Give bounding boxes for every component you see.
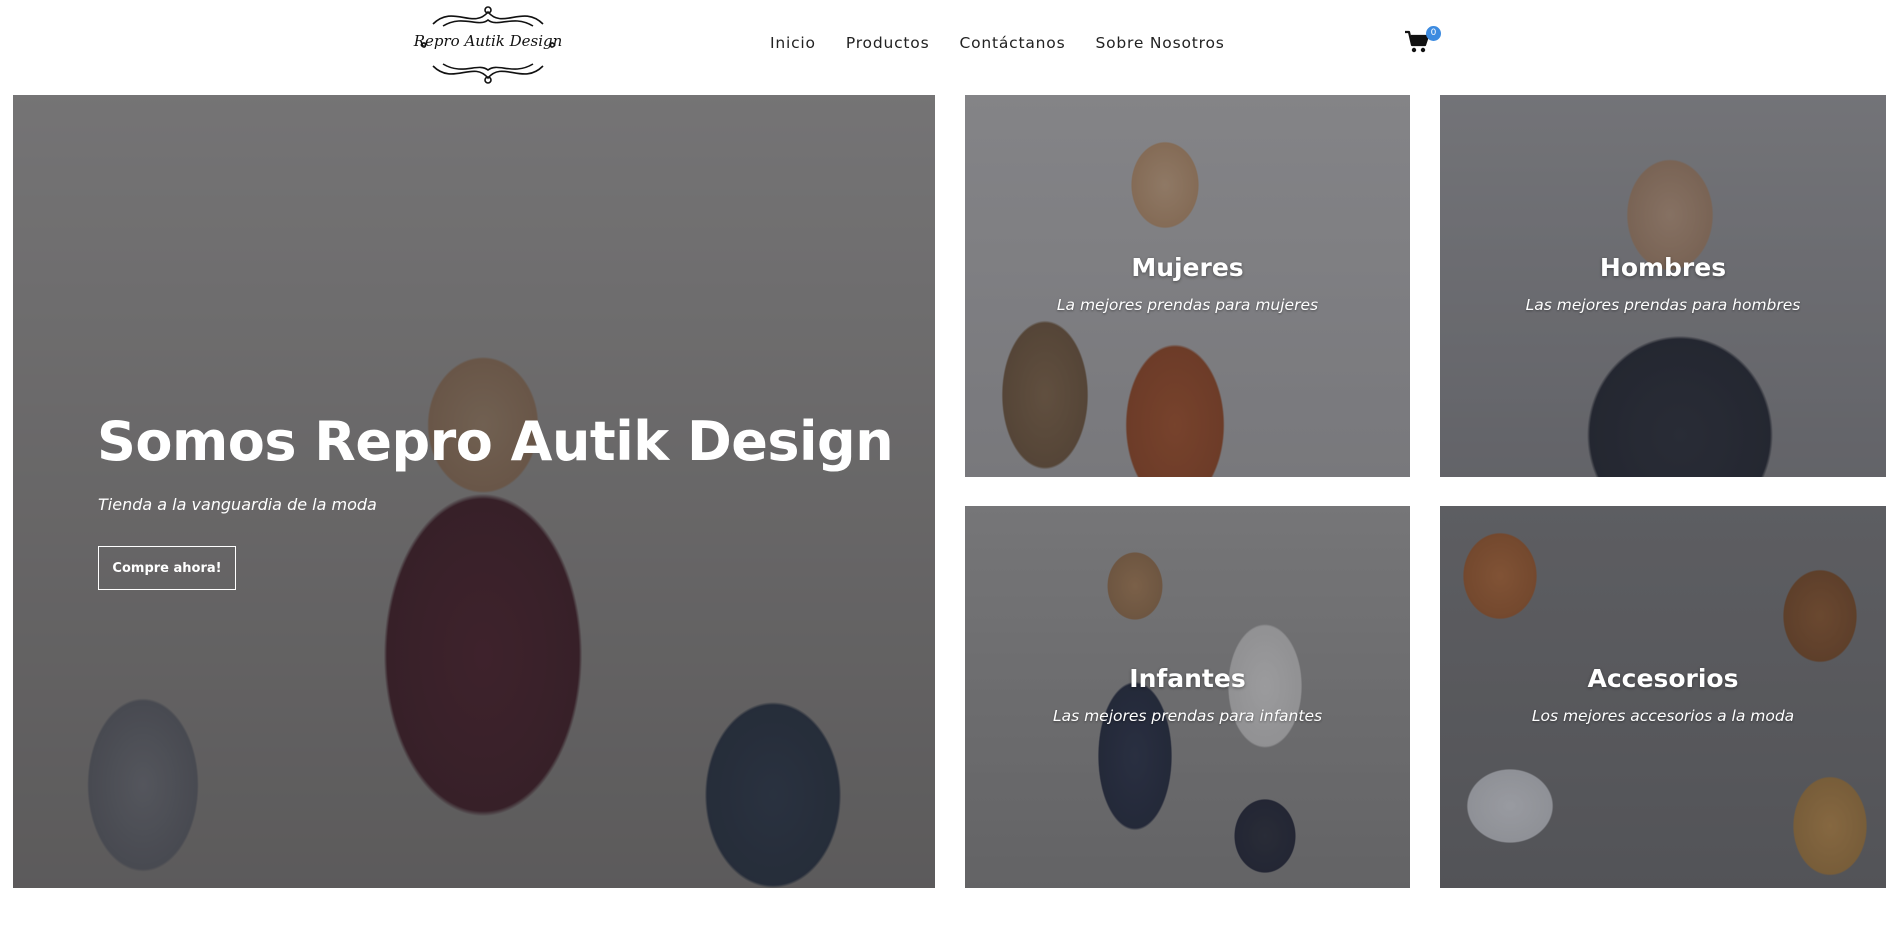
nav-productos[interactable]: Productos [846,34,930,52]
category-title: Hombres [1599,253,1727,282]
category-title: Infantes [1129,664,1246,693]
nav-sobre-nosotros[interactable]: Sobre Nosotros [1095,34,1224,52]
category-subtitle: Las mejores prendas para hombres [1525,296,1801,314]
category-tile-mujeres[interactable]: Mujeres La mejores prendas para mujeres [965,95,1410,477]
hero-title: Somos Repro Autik Design [97,410,894,473]
site-logo[interactable]: Repro Autik Design [413,2,563,88]
category-tile-infantes[interactable]: Infantes Las mejores prendas para infant… [965,506,1410,888]
category-title: Accesorios [1587,664,1739,693]
cart-count-badge: 0 [1426,26,1441,41]
category-subtitle: La mejores prendas para mujeres [1056,296,1319,314]
category-title: Mujeres [1131,253,1244,282]
hero-subtitle: Tienda a la vanguardia de la moda [98,495,377,514]
hero-banner: Somos Repro Autik Design Tienda a la van… [13,95,935,888]
category-caption: Infantes Las mejores prendas para infant… [965,664,1410,725]
nav-inicio[interactable]: Inicio [770,34,816,52]
category-caption: Mujeres La mejores prendas para mujeres [965,253,1410,314]
logo-text: Repro Autik Design [413,32,563,50]
category-subtitle: Las mejores prendas para infantes [1052,707,1323,725]
category-caption: Accesorios Los mejores accesorios a la m… [1440,664,1886,725]
main-nav: Inicio Productos Contáctanos Sobre Nosot… [770,34,1255,52]
category-caption: Hombres Las mejores prendas para hombres [1440,253,1886,314]
category-tile-accesorios[interactable]: Accesorios Los mejores accesorios a la m… [1440,506,1886,888]
site-header: Repro Autik Design Inicio Productos Cont… [0,0,1903,92]
hero-overlay [13,95,935,888]
category-tile-hombres[interactable]: Hombres Las mejores prendas para hombres [1440,95,1886,477]
shop-now-button[interactable]: Compre ahora! [98,546,236,590]
category-subtitle: Los mejores accesorios a la moda [1531,707,1795,725]
nav-contactanos[interactable]: Contáctanos [959,34,1065,52]
